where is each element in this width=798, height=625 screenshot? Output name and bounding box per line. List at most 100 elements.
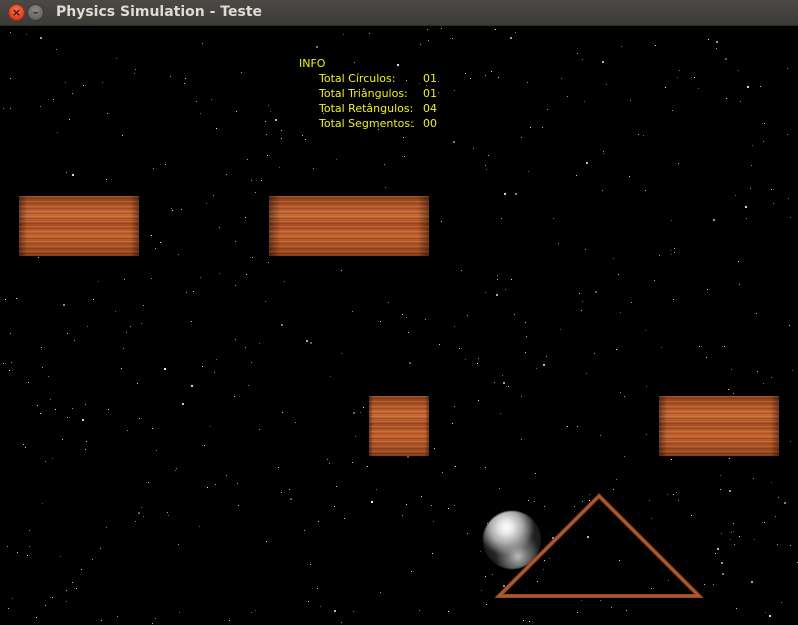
- star-dot: [108, 409, 109, 410]
- star-dot: [66, 590, 67, 591]
- wood-rectangle-body[interactable]: [269, 196, 429, 256]
- star-dot: [170, 76, 171, 77]
- star-dot: [261, 180, 262, 181]
- wood-rectangle-body[interactable]: [369, 396, 429, 456]
- star-dot: [127, 430, 128, 431]
- star-dot: [281, 492, 282, 493]
- star-dot: [508, 386, 509, 387]
- star-dot: [521, 439, 522, 440]
- star-dot: [302, 135, 303, 136]
- star-dot: [504, 193, 506, 195]
- star-dot: [546, 356, 547, 357]
- star-dot: [699, 346, 700, 347]
- star-dot: [525, 352, 526, 353]
- star-dot: [485, 292, 486, 293]
- star-dot: [28, 382, 29, 383]
- star-dot: [706, 357, 707, 358]
- star-dot: [428, 40, 429, 41]
- star-dot: [751, 165, 752, 166]
- star-dot: [752, 145, 753, 146]
- star-dot: [527, 82, 528, 83]
- simulation-canvas[interactable]: INFO Total Círculos: 01 Total Triângulos:…: [0, 26, 798, 625]
- star-dot: [23, 444, 24, 445]
- star-dot: [74, 340, 75, 341]
- star-dot: [788, 198, 789, 199]
- star-dot: [245, 217, 246, 218]
- star-dot: [576, 175, 577, 176]
- star-dot: [25, 447, 26, 448]
- star-dot: [191, 385, 193, 387]
- star-dot: [739, 284, 740, 285]
- star-dot: [200, 113, 201, 114]
- star-dot: [3, 108, 4, 109]
- star-dot: [152, 623, 153, 624]
- star-dot: [763, 383, 764, 384]
- star-dot: [725, 58, 727, 60]
- star-dot: [485, 75, 486, 76]
- star-dot: [781, 602, 782, 603]
- star-dot: [674, 248, 675, 249]
- star-dot: [733, 531, 734, 532]
- close-icon[interactable]: ×: [8, 4, 25, 21]
- star-dot: [515, 32, 516, 33]
- star-dot: [729, 490, 731, 492]
- star-dot: [8, 608, 9, 609]
- star-dot: [738, 70, 739, 71]
- info-label: Total Círculos:: [319, 72, 396, 85]
- star-dot: [85, 449, 86, 450]
- star-dot: [360, 412, 361, 413]
- wood-rectangle-body[interactable]: [19, 196, 139, 256]
- star-dot: [778, 497, 779, 498]
- star-dot: [50, 399, 51, 400]
- star-dot: [624, 396, 625, 397]
- star-dot: [236, 111, 237, 112]
- info-panel: INFO Total Círculos: 01 Total Triângulos:…: [299, 56, 437, 131]
- star-dot: [764, 522, 765, 523]
- star-dot: [645, 330, 646, 331]
- star-dot: [731, 369, 732, 370]
- star-dot: [721, 533, 722, 534]
- wood-rectangle-body[interactable]: [659, 396, 779, 456]
- star-dot: [655, 45, 656, 46]
- star-dot: [53, 99, 54, 100]
- star-dot: [259, 429, 260, 430]
- star-dot: [176, 468, 177, 469]
- star-dot: [461, 270, 462, 271]
- star-dot: [251, 180, 252, 181]
- star-dot: [477, 363, 478, 364]
- title-bar[interactable]: × – Physics Simulation - Teste: [0, 0, 798, 26]
- star-dot: [480, 551, 481, 552]
- star-dot: [143, 305, 144, 306]
- star-dot: [172, 210, 173, 211]
- star-dot: [638, 134, 639, 135]
- star-dot: [465, 359, 466, 360]
- star-dot: [352, 311, 353, 312]
- star-dot: [155, 618, 156, 619]
- star-dot: [251, 612, 252, 613]
- star-dot: [720, 475, 721, 476]
- star-dot: [255, 192, 256, 193]
- simulation-window: × – Physics Simulation - Teste INFO Tota…: [0, 0, 798, 625]
- star-dot: [602, 61, 604, 63]
- star-dot: [252, 257, 253, 258]
- star-dot: [739, 536, 740, 537]
- star-dot: [567, 426, 568, 427]
- star-dot: [505, 289, 506, 290]
- triangle-body[interactable]: [495, 492, 703, 600]
- star-dot: [143, 516, 144, 517]
- star-dot: [121, 368, 122, 369]
- star-dot: [40, 106, 41, 107]
- star-dot: [341, 270, 342, 271]
- minimize-icon[interactable]: –: [27, 4, 44, 21]
- star-dot: [255, 610, 256, 611]
- star-dot: [485, 467, 486, 468]
- star-dot: [567, 96, 568, 97]
- star-dot: [438, 92, 439, 93]
- star-dot: [745, 206, 747, 208]
- star-dot: [584, 101, 585, 102]
- star-dot: [465, 73, 466, 74]
- star-dot: [558, 243, 559, 244]
- star-dot: [582, 301, 583, 302]
- star-dot: [207, 487, 208, 488]
- star-dot: [746, 218, 747, 219]
